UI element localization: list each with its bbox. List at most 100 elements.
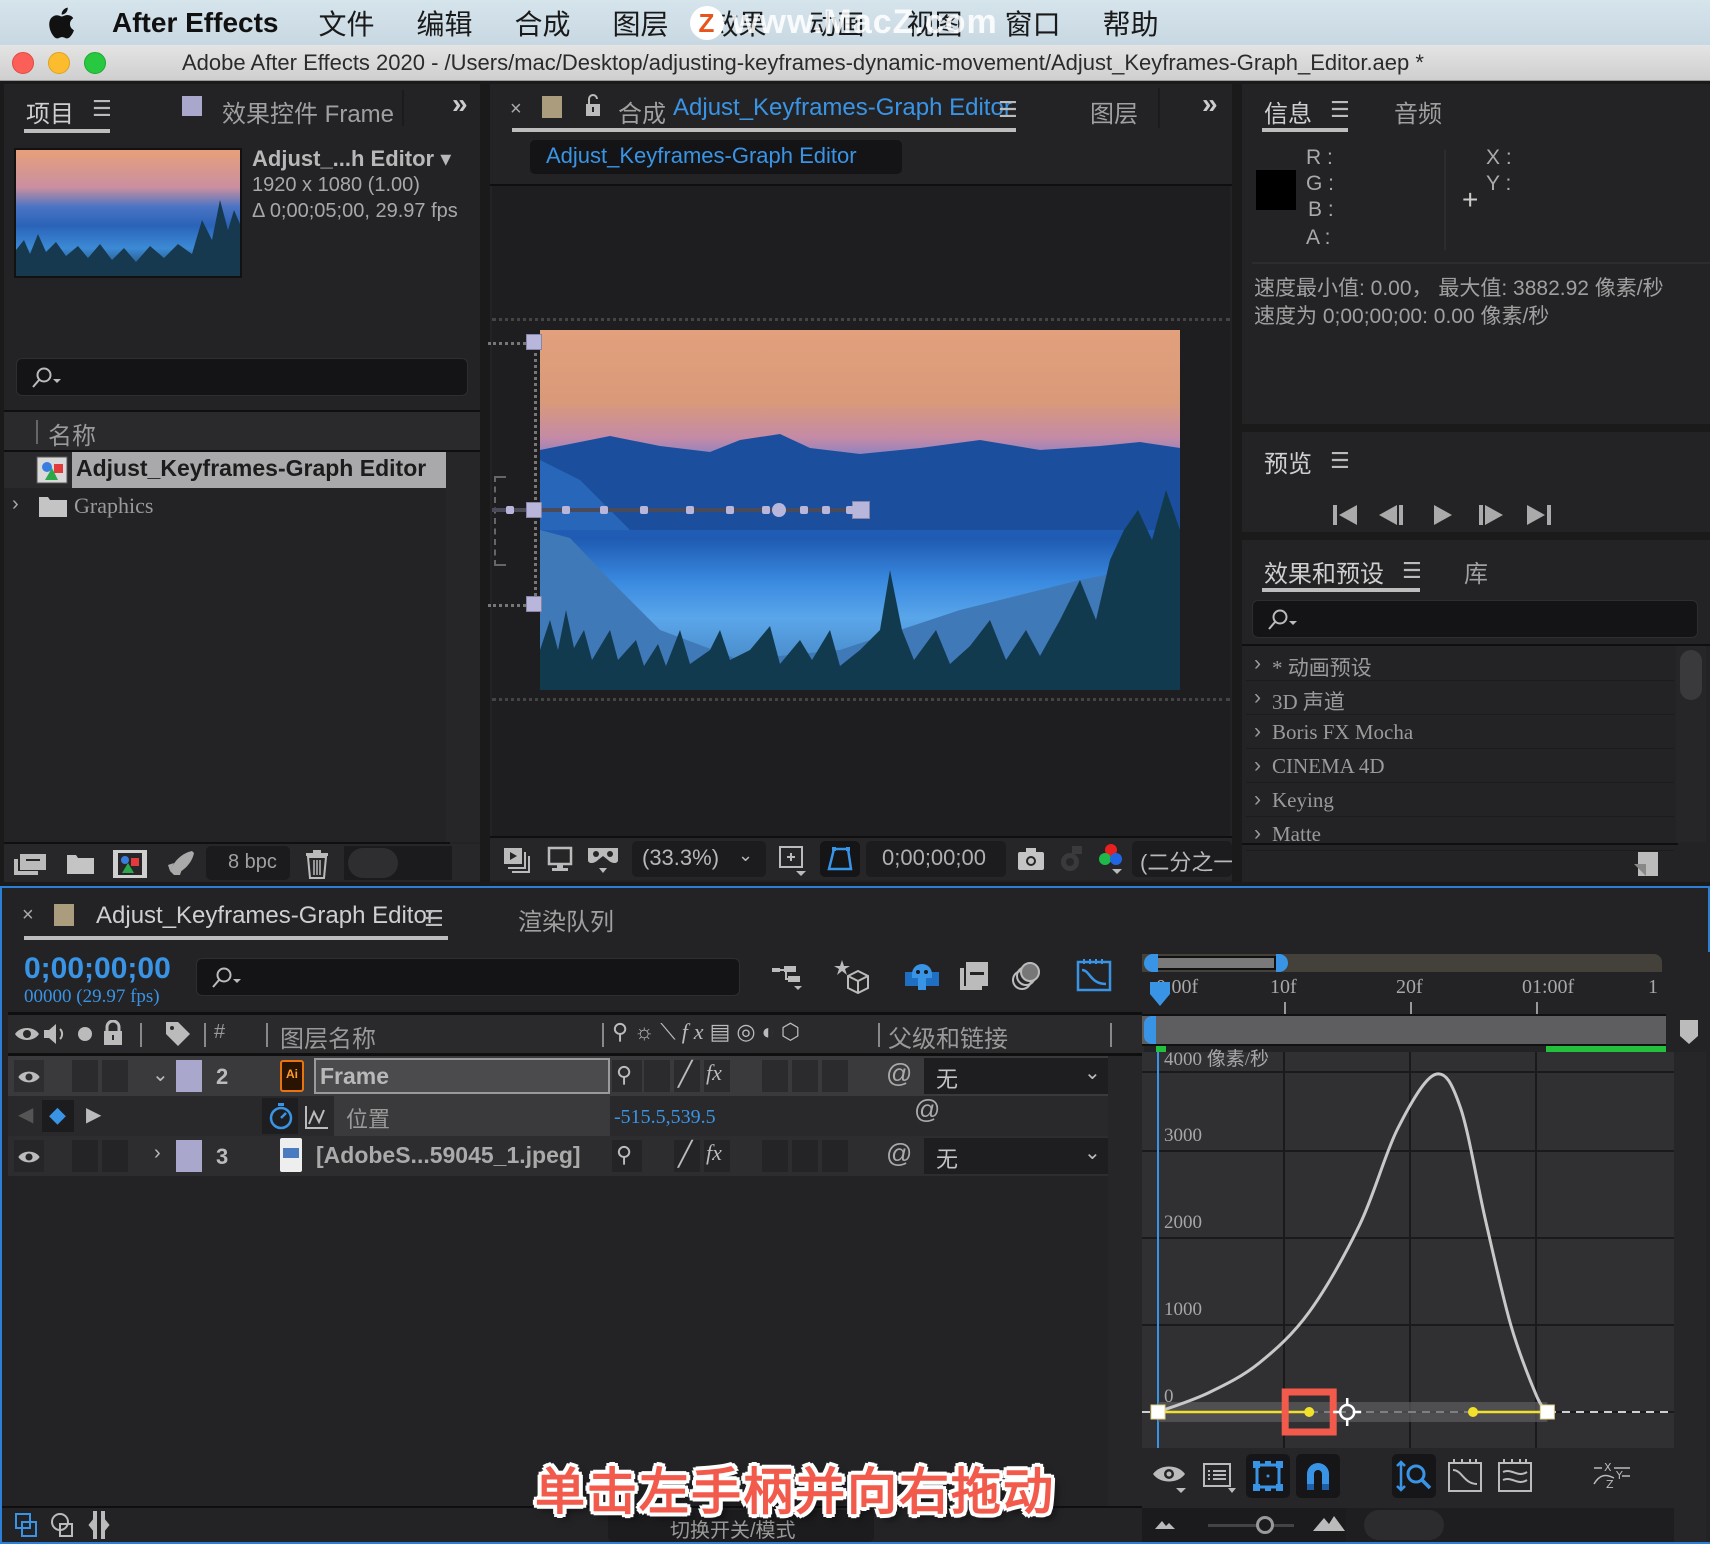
last-frame-icon[interactable] <box>1526 504 1552 526</box>
resolution-dropdown[interactable]: (二分之一 <box>1132 841 1232 877</box>
timeline-menu-icon[interactable]: ☰ <box>424 906 444 932</box>
time-navigator-range[interactable] <box>1156 956 1276 970</box>
video-eye-icon[interactable] <box>14 1025 40 1043</box>
shy-layers-icon[interactable] <box>904 960 940 992</box>
work-area-bar[interactable] <box>1142 1014 1666 1046</box>
expand-chevron-icon[interactable]: › <box>154 1142 161 1165</box>
preview-panel-menu-icon[interactable]: ☰ <box>1330 448 1350 474</box>
effects-switch[interactable]: fx <box>704 1060 730 1092</box>
3d-layer-switch[interactable] <box>822 1060 848 1092</box>
layer-switches-toggle-icon[interactable] <box>14 1512 40 1540</box>
parent-pickwhip-icon[interactable]: @ <box>886 1138 912 1169</box>
scroll-thumb[interactable] <box>1680 650 1702 700</box>
separate-dimensions-icon[interactable]: XYZ <box>1592 1460 1634 1490</box>
layer-label-color[interactable] <box>176 1060 202 1092</box>
effects-panel-menu-icon[interactable]: ☰ <box>1402 558 1422 584</box>
work-area-start-handle[interactable] <box>1144 1016 1156 1044</box>
previous-frame-icon[interactable] <box>1378 504 1404 526</box>
effect-category-row[interactable]: › CINEMA 4D <box>1246 750 1674 783</box>
fit-selection-icon[interactable] <box>1446 1458 1484 1494</box>
label-tag-icon[interactable] <box>164 1020 192 1048</box>
render-rocket-icon[interactable] <box>164 849 196 879</box>
solo-toggle[interactable] <box>72 1140 98 1172</box>
property-row-position[interactable]: ◀ ◆ ▶ 位置 -515.5,539.5 @ <box>8 1094 1108 1136</box>
snapshot-camera-icon[interactable] <box>1016 846 1046 872</box>
comp-breadcrumb[interactable]: Adjust_Keyframes-Graph Editor <box>530 140 902 174</box>
comp-marker-bin-icon[interactable] <box>1678 1018 1700 1046</box>
current-time-display[interactable]: 0;00;00;00 <box>866 841 1006 877</box>
more-tabs-icon[interactable]: » <box>1202 88 1218 120</box>
effects-search-input[interactable] <box>1252 600 1698 638</box>
motion-blur-switch[interactable] <box>792 1140 818 1172</box>
frame-blending-icon[interactable] <box>958 960 990 992</box>
solo-dot-icon[interactable] <box>76 1025 94 1043</box>
apple-icon[interactable] <box>44 4 82 42</box>
navigator-start-handle[interactable] <box>1144 954 1158 972</box>
menu-app-name[interactable]: After Effects <box>112 7 278 39</box>
effect-category-row[interactable]: › Boris FX Mocha <box>1246 716 1674 749</box>
shy-switch[interactable]: ⚲ <box>612 1140 642 1172</box>
project-search-input[interactable] <box>16 358 468 396</box>
lock-toggle[interactable] <box>102 1060 128 1092</box>
position-value[interactable]: -515.5,539.5 <box>614 1106 716 1129</box>
speed-graph[interactable] <box>1142 1052 1674 1448</box>
time-navigator[interactable] <box>1142 954 1662 972</box>
column-layer-name-header[interactable]: 图层名称 <box>280 1019 376 1054</box>
menu-help[interactable]: 帮助 <box>1103 3 1159 43</box>
tab-effects-presets[interactable]: 效果和预设 <box>1264 554 1384 589</box>
menu-composition[interactable]: 合成 <box>515 3 571 43</box>
solo-toggle[interactable] <box>72 1060 98 1092</box>
scroll-thumb[interactable] <box>348 848 398 878</box>
effects-scrollbar[interactable] <box>1676 646 1706 842</box>
new-folder-icon[interactable] <box>66 852 96 876</box>
transform-box-button[interactable] <box>1246 1454 1290 1498</box>
previous-keyframe-icon[interactable]: ◀ <box>18 1102 33 1127</box>
shy-switch[interactable]: ⚲ <box>612 1060 642 1092</box>
tab-info[interactable]: 信息 <box>1264 94 1312 129</box>
frame-blend-switch[interactable] <box>762 1060 788 1092</box>
position-keyframe-start[interactable] <box>526 502 542 518</box>
project-scrollbar[interactable] <box>446 452 480 842</box>
motion-path-current-position[interactable] <box>772 503 786 517</box>
visibility-toggle[interactable] <box>14 1060 44 1092</box>
zoom-in-mountain-icon[interactable] <box>1312 1514 1346 1532</box>
project-item-composition[interactable]: Adjust_Keyframes-Graph Editor <box>4 452 446 488</box>
new-composition-icon[interactable] <box>112 849 148 879</box>
effect-category-row[interactable]: › Matte <box>1246 818 1674 851</box>
visibility-toggle[interactable] <box>14 1140 44 1172</box>
menu-layer[interactable]: 图层 <box>613 3 669 43</box>
next-keyframe-icon[interactable]: ▶ <box>86 1102 101 1127</box>
expand-chevron-icon[interactable]: › <box>1254 788 1261 812</box>
close-tab-icon[interactable]: × <box>510 98 522 121</box>
add-keyframe-button[interactable]: ◆ <box>42 1100 74 1132</box>
column-number-header[interactable]: # <box>214 1021 225 1044</box>
draft-3d-icon[interactable] <box>834 958 872 994</box>
menu-file[interactable]: 文件 <box>318 3 374 43</box>
bezier-handle-right[interactable] <box>1468 1407 1478 1417</box>
snap-button[interactable] <box>1296 1454 1340 1498</box>
parent-pickwhip-icon[interactable]: @ <box>886 1058 912 1089</box>
time-ruler[interactable]: 0:00f 10f 20f 01:00f 1 <box>1142 974 1666 1014</box>
motion-blur-switch[interactable] <box>792 1060 818 1092</box>
navigator-end-handle[interactable] <box>1276 954 1288 972</box>
layer-scrollbar[interactable] <box>1108 1056 1144 1506</box>
layer-row-jpeg[interactable]: › 3 [AdobeS...59045_1.jpeg] ⚲ ╱ fx @ 无 ⌄ <box>8 1136 1110 1176</box>
zoom-slider-thumb[interactable] <box>1256 1516 1274 1534</box>
tab-timeline-comp[interactable]: Adjust_Keyframes-Graph Editor <box>96 902 435 930</box>
close-window-button[interactable] <box>12 51 34 74</box>
project-item-name[interactable]: Adjust_Keyframes-Graph Editor <box>76 455 426 482</box>
close-tab-icon[interactable]: × <box>22 904 34 927</box>
zoom-slider-track[interactable] <box>1208 1524 1294 1527</box>
project-panel-menu-icon[interactable]: ☰ <box>92 96 112 122</box>
interpret-footage-icon[interactable] <box>12 851 48 877</box>
comp-panel-menu-icon[interactable]: ☰ <box>998 97 1018 123</box>
tab-audio[interactable]: 音频 <box>1394 94 1442 129</box>
lock-toggle[interactable] <box>102 1140 128 1172</box>
scroll-thumb[interactable] <box>1364 1510 1444 1540</box>
vr-goggles-icon[interactable] <box>586 844 620 876</box>
expand-chevron-icon[interactable]: › <box>1254 686 1261 710</box>
transform-handle[interactable] <box>526 334 542 350</box>
playhead-icon[interactable] <box>1148 980 1172 1010</box>
expand-chevron-icon[interactable]: › <box>12 493 19 516</box>
magnification-dropdown[interactable]: (33.3%) ⌄ <box>632 841 766 877</box>
